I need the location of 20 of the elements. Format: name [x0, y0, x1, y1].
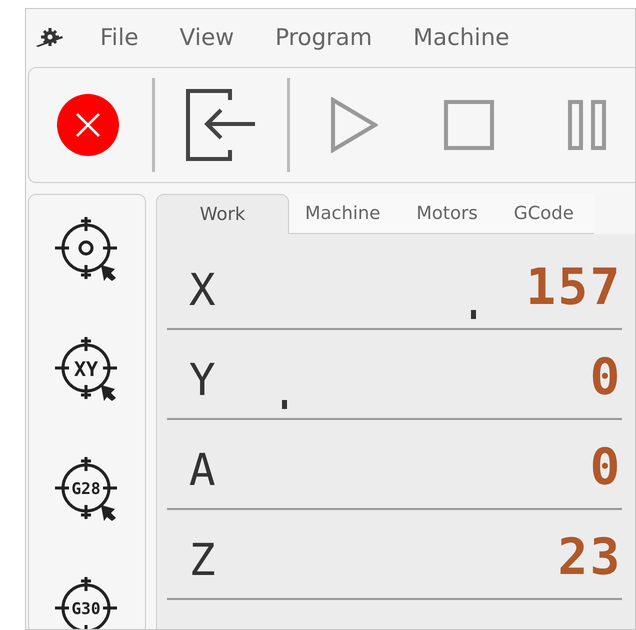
axis-value: 0 [590, 348, 622, 406]
axis-label: Y [189, 355, 216, 406]
axis-label: A [189, 445, 216, 496]
axis-value: 23 [558, 528, 622, 586]
set-position-button[interactable]: G28 [49, 453, 125, 529]
axis-label: Z [189, 535, 216, 586]
menu-item[interactable]: View [180, 25, 234, 51]
emergency-stop-button[interactable] [57, 94, 119, 156]
tab[interactable]: Work [156, 194, 289, 234]
set-position-button[interactable]: XY [49, 333, 125, 409]
axis-value: 0 [590, 438, 622, 496]
menu-item[interactable]: Program [275, 25, 372, 51]
dot-mark [282, 400, 286, 409]
menu-item[interactable]: Machine [413, 25, 510, 51]
dot-mark [470, 310, 476, 319]
gear-logo-icon [34, 26, 66, 50]
menu-item[interactable]: File [100, 25, 138, 51]
axis-value: 157 [526, 258, 622, 316]
exit-button[interactable] [185, 88, 257, 162]
axis-label: X [189, 265, 216, 316]
